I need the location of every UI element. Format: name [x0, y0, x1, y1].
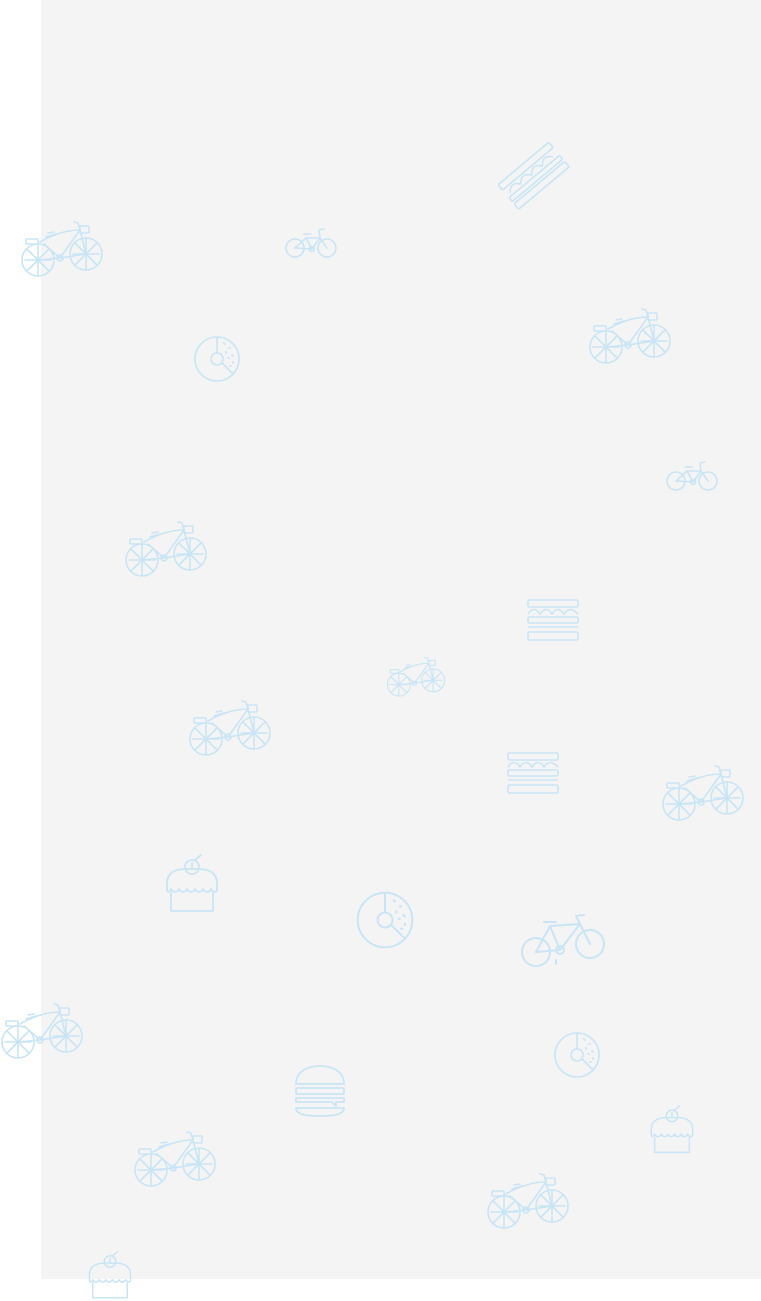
cake-icon: [86, 1250, 134, 1301]
cake-icon: [648, 1104, 696, 1156]
cruiser-bicycle-icon: [0, 1002, 84, 1062]
cruiser-bicycle-icon: [386, 656, 446, 699]
donut-icon: [354, 889, 416, 951]
sandwich-icon: [526, 598, 580, 642]
cruiser-bicycle-icon: [486, 1172, 570, 1232]
cruiser-bicycle-icon: [188, 699, 272, 759]
sandwich-slice-icon: [497, 140, 571, 211]
cruiser-bicycle-icon: [133, 1130, 217, 1190]
cruiser-bicycle-icon: [20, 220, 104, 280]
donut-icon: [192, 334, 242, 384]
donut-icon: [552, 1030, 602, 1080]
small-bicycle-icon: [665, 459, 719, 493]
sandwich-icon: [506, 751, 560, 795]
small-bicycle-icon: [284, 226, 338, 260]
bicycle-icon: [518, 912, 608, 972]
cake-icon: [163, 853, 221, 915]
cruiser-bicycle-icon: [588, 307, 672, 367]
background-panel: [41, 0, 761, 1279]
cruiser-bicycle-icon: [124, 520, 208, 580]
burger-icon: [292, 1062, 348, 1118]
cruiser-bicycle-icon: [661, 764, 745, 824]
